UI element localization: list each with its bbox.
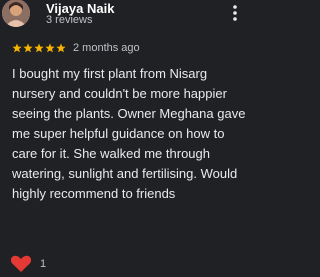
- like-count: 1: [40, 258, 47, 270]
- reviewer-review-count: 3 reviews: [46, 14, 93, 26]
- reviewer-avatar[interactable]: [2, 0, 30, 27]
- star-icon: [23, 43, 33, 53]
- user-avatar-icon: [2, 0, 30, 27]
- star-icon: [12, 43, 22, 53]
- star-icon: [56, 43, 66, 53]
- like-button[interactable]: 1: [10, 255, 46, 273]
- more-vert-icon[interactable]: [229, 3, 241, 23]
- review-time: 2 months ago: [73, 42, 140, 54]
- review-card: Vijaya Naik 3 reviews 2 months ago I bou…: [0, 0, 250, 277]
- rating-row: 2 months ago: [12, 40, 140, 56]
- star-icon: [45, 43, 55, 53]
- heart-icon[interactable]: [10, 255, 32, 273]
- review-body: I bought my first plant from Nisarg nurs…: [12, 66, 246, 201]
- star-icon: [34, 43, 44, 53]
- star-rating: [12, 43, 66, 53]
